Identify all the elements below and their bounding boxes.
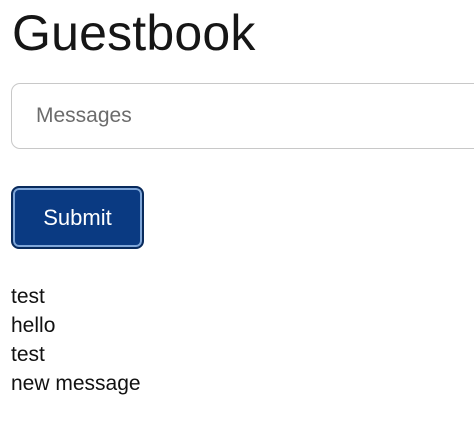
submit-button[interactable]: Submit	[11, 186, 144, 249]
message-item: test	[11, 343, 45, 366]
message-item: hello	[11, 314, 56, 337]
message-list: test hello test new message	[11, 282, 141, 398]
messages-input[interactable]	[11, 83, 474, 149]
page-title: Guestbook	[12, 5, 256, 61]
message-item: new message	[11, 372, 141, 395]
message-item: test	[11, 285, 45, 308]
guestbook-page: Guestbook Submit test hello test new mes…	[0, 0, 474, 423]
